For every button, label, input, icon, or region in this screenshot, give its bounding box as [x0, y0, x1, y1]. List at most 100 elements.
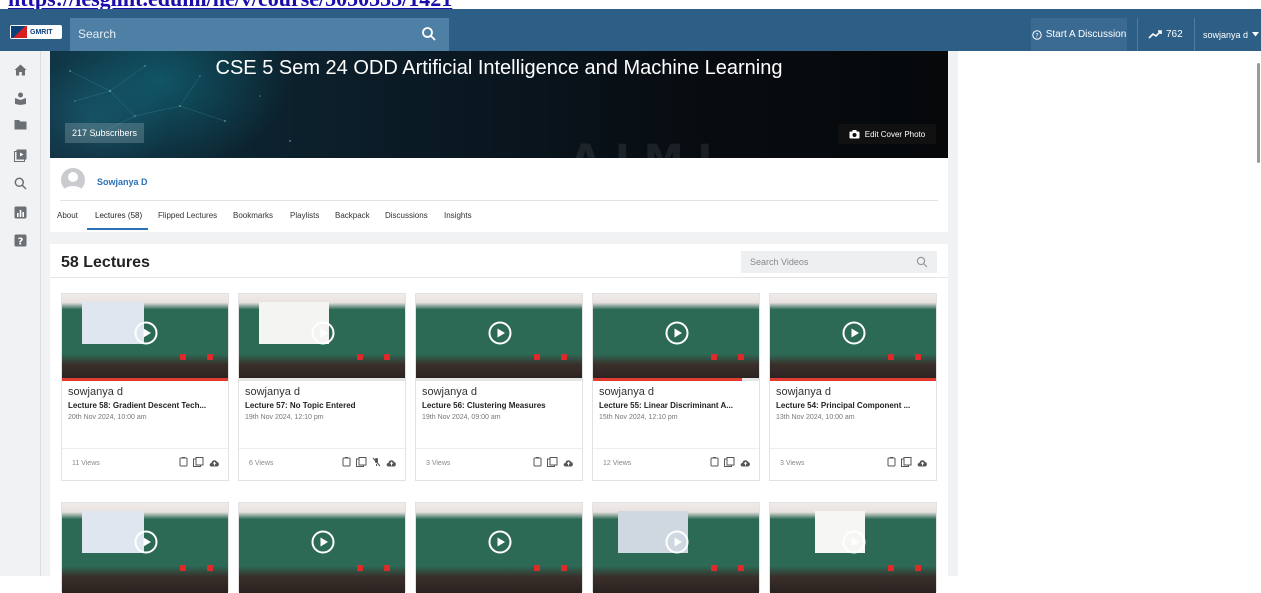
notes-icon[interactable] [179, 457, 188, 467]
play-icon[interactable] [134, 321, 158, 345]
video-thumbnail[interactable] [593, 503, 759, 593]
notes-icon[interactable] [342, 457, 351, 467]
play-icon[interactable] [665, 321, 689, 345]
copy-icon[interactable] [193, 457, 204, 467]
mic-off-icon[interactable] [372, 457, 381, 467]
notes-icon[interactable] [533, 457, 542, 467]
search-videos-input[interactable]: Search Videos [741, 251, 937, 273]
tab-backpack[interactable]: Backpack [335, 211, 370, 220]
lecture-card[interactable] [592, 502, 760, 593]
video-thumbnail[interactable] [62, 503, 228, 593]
play-icon[interactable] [311, 321, 335, 345]
svg-text:?: ? [17, 236, 23, 247]
video-thumbnail[interactable] [770, 294, 936, 380]
card-divider [239, 448, 405, 449]
play-icon[interactable] [665, 530, 689, 554]
notes-icon[interactable] [887, 457, 896, 467]
sidebar-item-help[interactable]: ? [11, 231, 29, 249]
video-thumbnail[interactable] [593, 294, 759, 380]
points-indicator[interactable]: 762 [1148, 18, 1183, 51]
play-icon[interactable] [842, 321, 866, 345]
video-thumbnail[interactable] [416, 503, 582, 593]
tab-insights[interactable]: Insights [444, 211, 472, 220]
tab-discussions[interactable]: Discussions [385, 211, 428, 220]
sidebar-item-videos[interactable] [11, 146, 29, 164]
scrollbar[interactable] [1257, 63, 1260, 163]
tab-bookmarks[interactable]: Bookmarks [233, 211, 273, 220]
tab-lectures[interactable]: Lectures (58) [95, 211, 142, 220]
page-body: ? A I M L CSE 5 Sem 24 ODD Artificial In… [0, 51, 1261, 593]
search-icon[interactable] [916, 256, 928, 268]
record-indicator-icon [915, 354, 921, 360]
search-icon [14, 177, 27, 190]
upload-icon[interactable] [917, 458, 928, 467]
video-thumbnail[interactable] [239, 503, 405, 593]
record-indicator-icon [384, 354, 390, 360]
search-icon[interactable] [421, 26, 437, 42]
lecture-title[interactable]: Lecture 57: No Topic Entered [245, 401, 401, 410]
video-thumbnail[interactable] [416, 294, 582, 380]
lecture-title[interactable]: Lecture 55: Linear Discriminant A... [599, 401, 755, 410]
lecture-title[interactable]: Lecture 54: Principal Component ... [776, 401, 932, 410]
sidebar-item-classroom[interactable] [11, 89, 29, 107]
points-value: 762 [1166, 29, 1183, 40]
lecture-card[interactable]: sowjanya d Lecture 54: Principal Compone… [769, 293, 937, 481]
play-icon[interactable] [842, 530, 866, 554]
user-menu[interactable]: sowjanya d [1203, 18, 1260, 51]
upload-icon[interactable] [209, 458, 220, 467]
notes-icon[interactable] [710, 457, 719, 467]
copy-icon[interactable] [901, 457, 912, 467]
lecture-card[interactable] [415, 502, 583, 593]
lectures-heading: 58 Lectures [61, 254, 150, 271]
avatar[interactable] [61, 168, 85, 192]
record-indicator-icon [534, 565, 540, 571]
lecture-card[interactable]: sowjanya d Lecture 56: Clustering Measur… [415, 293, 583, 481]
sidebar-item-folder[interactable] [11, 115, 29, 133]
copy-icon[interactable] [547, 457, 558, 467]
record-indicator-icon [384, 565, 390, 571]
record-indicator-icon [738, 565, 744, 571]
copy-icon[interactable] [356, 457, 367, 467]
play-icon[interactable] [134, 530, 158, 554]
lecture-card[interactable] [61, 502, 229, 593]
lecture-card[interactable]: sowjanya d Lecture 57: No Topic Entered … [238, 293, 406, 481]
record-indicator-icon [207, 354, 213, 360]
watch-progress [62, 378, 228, 381]
play-icon[interactable] [311, 530, 335, 554]
lecture-title[interactable]: Lecture 58: Gradient Descent Tech... [68, 401, 224, 410]
subscribers-badge[interactable]: 217 Subscribers [65, 123, 145, 143]
card-divider [770, 448, 936, 449]
video-thumbnail[interactable] [770, 503, 936, 593]
video-thumbnail[interactable] [239, 294, 405, 380]
sidebar-item-search[interactable] [11, 174, 29, 192]
tab-playlists[interactable]: Playlists [290, 211, 319, 220]
video-thumbnail[interactable] [62, 294, 228, 380]
lecture-title[interactable]: Lecture 56: Clustering Measures [422, 401, 578, 410]
search-input[interactable]: Search [70, 18, 449, 51]
search-videos-placeholder: Search Videos [750, 257, 809, 267]
upload-icon[interactable] [386, 458, 397, 467]
tab-flipped-lectures[interactable]: Flipped Lectures [158, 211, 217, 220]
edit-cover-photo-button[interactable]: Edit Cover Photo [838, 124, 936, 144]
tab-about[interactable]: About [57, 211, 78, 220]
lecture-card[interactable] [238, 502, 406, 593]
play-icon[interactable] [488, 530, 512, 554]
profile-section: Sowjanya D About Lectures (58) Flipped L… [50, 158, 948, 232]
logo[interactable]: GMRIT [10, 25, 62, 39]
record-indicator-icon [888, 565, 894, 571]
play-icon[interactable] [488, 321, 512, 345]
cover-banner: A I M L CSE 5 Sem 24 ODD Artificial Inte… [50, 51, 948, 158]
upload-icon[interactable] [740, 458, 751, 467]
svg-text:A I M L: A I M L [570, 137, 723, 158]
start-discussion-button[interactable]: ? Start A Discussion [1031, 18, 1127, 51]
sidebar-item-home[interactable] [11, 61, 29, 79]
copy-icon[interactable] [724, 457, 735, 467]
lecture-card[interactable]: sowjanya d Lecture 58: Gradient Descent … [61, 293, 229, 481]
record-indicator-icon [915, 565, 921, 571]
lecture-card[interactable] [769, 502, 937, 593]
lecture-card[interactable]: sowjanya d Lecture 55: Linear Discrimina… [592, 293, 760, 481]
sidebar-item-analytics[interactable] [11, 203, 29, 221]
divider [1137, 18, 1138, 51]
upload-icon[interactable] [563, 458, 574, 467]
owner-name[interactable]: Sowjanya D [97, 177, 148, 187]
